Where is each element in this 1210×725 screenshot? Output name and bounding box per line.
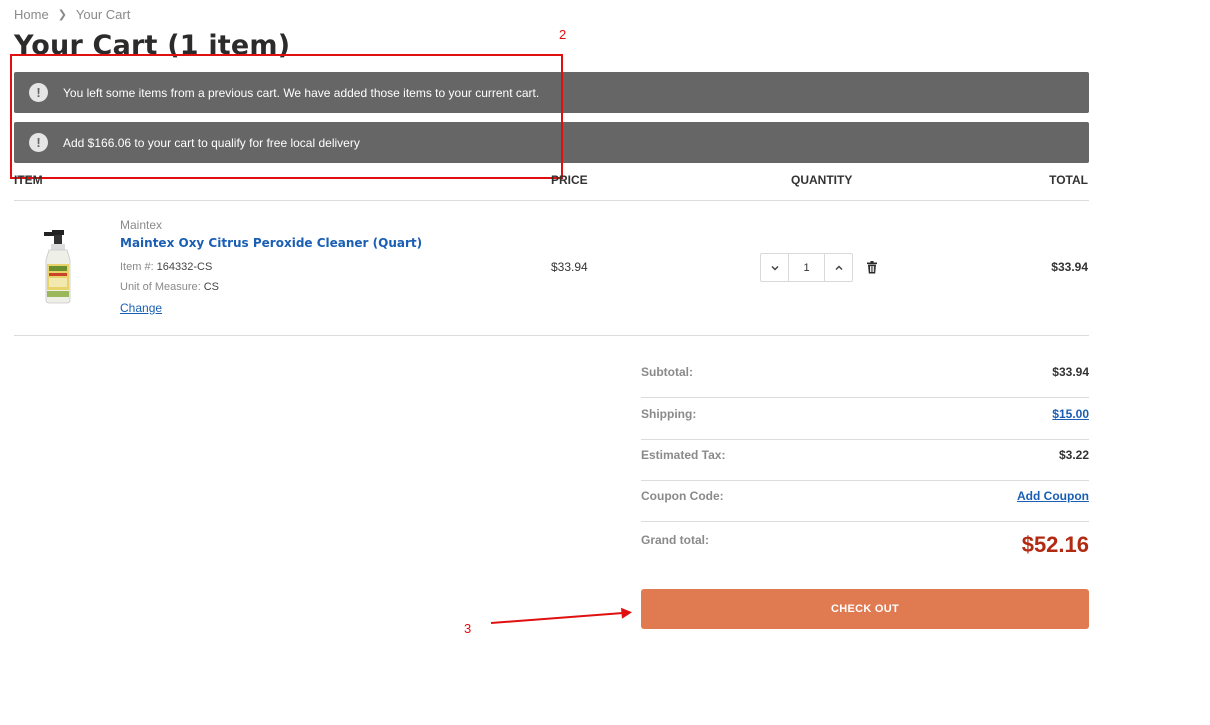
column-header-total: TOTAL	[1049, 173, 1088, 187]
unit-of-measure-label: Unit of Measure:	[120, 281, 201, 293]
quantity-stepper: 1	[760, 253, 853, 282]
item-number-value: 164332-CS	[156, 261, 213, 273]
trash-icon[interactable]	[866, 261, 878, 274]
shipping-label: Shipping:	[641, 407, 697, 421]
divider	[14, 335, 1089, 336]
breadcrumb: Home ❯ Your Cart	[14, 7, 130, 22]
summary-shipping: Shipping: $15.00	[641, 399, 1089, 440]
tax-label: Estimated Tax:	[641, 448, 726, 462]
unit-of-measure: Unit of Measure: CS	[120, 281, 219, 293]
column-header-item: ITEM	[14, 173, 43, 187]
item-price: $33.94	[551, 260, 588, 274]
summary-coupon: Coupon Code: Add Coupon	[641, 481, 1089, 522]
summary-subtotal: Subtotal: $33.94	[641, 357, 1089, 398]
item-line-total: $33.94	[1051, 260, 1088, 274]
shipping-value-link[interactable]: $15.00	[1052, 407, 1089, 421]
annotation-label-2: 2	[559, 27, 567, 42]
column-header-price: PRICE	[551, 173, 588, 187]
decrease-quantity-button[interactable]	[761, 254, 788, 281]
chevron-down-icon	[770, 265, 779, 271]
chevron-right-icon: ❯	[57, 9, 67, 21]
annotation-label-3: 3	[464, 621, 472, 636]
annotation-box	[10, 54, 563, 179]
annotation-arrow-icon	[490, 607, 632, 624]
grand-total-value: $52.16	[1021, 532, 1089, 557]
increase-quantity-button[interactable]	[825, 254, 852, 281]
item-number-label: Item #:	[120, 261, 154, 273]
checkout-button[interactable]: CHECK OUT	[641, 589, 1089, 629]
product-image[interactable]	[38, 230, 78, 304]
grand-total-label: Grand total:	[641, 533, 709, 547]
breadcrumb-home-link[interactable]: Home	[14, 7, 49, 22]
subtotal-value: $33.94	[1052, 365, 1089, 379]
tax-value: $3.22	[1058, 448, 1089, 462]
add-coupon-link[interactable]: Add Coupon	[1017, 489, 1089, 503]
divider	[14, 200, 1089, 201]
breadcrumb-current: Your Cart	[75, 7, 131, 22]
unit-of-measure-value: CS	[203, 281, 219, 293]
subtotal-label: Subtotal:	[641, 365, 693, 379]
chevron-up-icon	[834, 264, 843, 270]
quantity-input[interactable]: 1	[788, 254, 825, 281]
product-name-link[interactable]: Maintex Oxy Citrus Peroxide Cleaner (Qua…	[120, 236, 422, 250]
column-header-quantity: QUANTITY	[791, 173, 853, 187]
item-number: Item #: 164332-CS	[120, 261, 212, 273]
coupon-label: Coupon Code:	[641, 489, 724, 503]
change-uom-link[interactable]: Change	[120, 301, 162, 315]
summary-tax: Estimated Tax: $3.22	[641, 440, 1089, 481]
product-brand: Maintex	[120, 218, 163, 232]
